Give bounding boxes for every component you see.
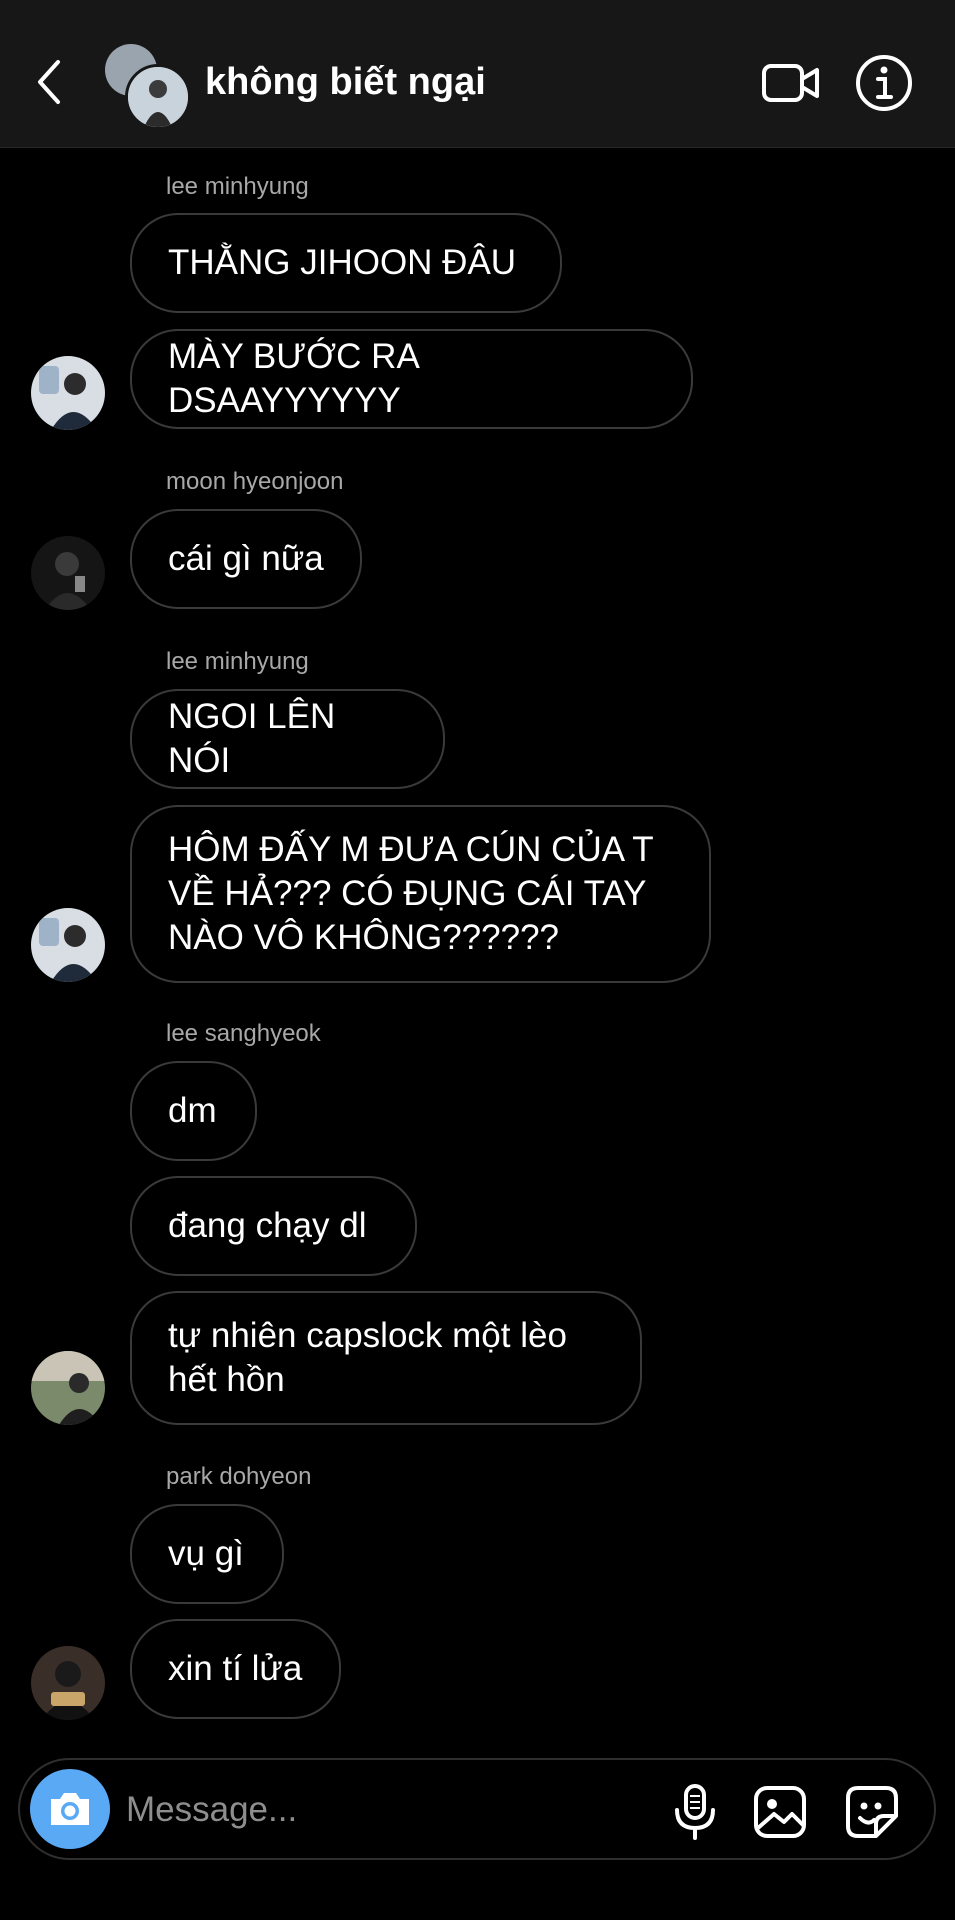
sender-name: lee sanghyeok	[166, 1020, 321, 1047]
avatar[interactable]	[31, 1351, 105, 1425]
group-avatar[interactable]	[105, 44, 191, 130]
avatar[interactable]	[31, 908, 105, 982]
avatar[interactable]	[31, 356, 105, 430]
message-list[interactable]: lee minhyung THẰNG JIHOON ĐÂU MÀY BƯỚC R…	[0, 148, 955, 1748]
message-composer	[18, 1758, 936, 1860]
avatar[interactable]	[31, 1646, 105, 1720]
message-bubble[interactable]: dm	[130, 1061, 257, 1161]
message-bubble[interactable]: NGOI LÊN NÓI	[130, 689, 445, 789]
chat-header: không biết ngại	[0, 0, 955, 148]
video-camera-icon[interactable]	[760, 52, 822, 114]
camera-button[interactable]	[30, 1769, 110, 1849]
message-bubble[interactable]: đang chạy dl	[130, 1176, 417, 1276]
sender-name: lee minhyung	[166, 173, 309, 200]
sender-name: lee minhyung	[166, 648, 309, 675]
message-bubble[interactable]: tự nhiên capslock một lèo hết hồn	[130, 1291, 642, 1425]
message-input[interactable]	[124, 1784, 648, 1836]
message-bubble[interactable]: THẰNG JIHOON ĐÂU	[130, 213, 562, 313]
avatar[interactable]	[31, 536, 105, 610]
microphone-icon[interactable]	[665, 1782, 725, 1842]
chevron-left-icon[interactable]	[30, 54, 70, 110]
message-bubble[interactable]: HÔM ĐẤY M ĐƯA CÚN CỦA T VỀ HẢ??? CÓ ĐỤNG…	[130, 805, 711, 983]
info-icon[interactable]	[853, 52, 915, 114]
message-bubble[interactable]: cái gì nữa	[130, 509, 362, 609]
group-avatar-photo-2	[125, 64, 191, 130]
sender-name: moon hyeonjoon	[166, 468, 344, 495]
message-bubble[interactable]: vụ gì	[130, 1504, 284, 1604]
message-bubble[interactable]: MÀY BƯỚC RA DSAAYYYYYY	[130, 329, 693, 429]
message-bubble[interactable]: xin tí lửa	[130, 1619, 341, 1719]
camera-icon	[51, 1793, 89, 1825]
image-icon[interactable]	[750, 1782, 810, 1842]
sticker-icon[interactable]	[842, 1782, 902, 1842]
sender-name: park dohyeon	[166, 1463, 312, 1490]
chat-title[interactable]: không biết ngại	[205, 58, 486, 106]
